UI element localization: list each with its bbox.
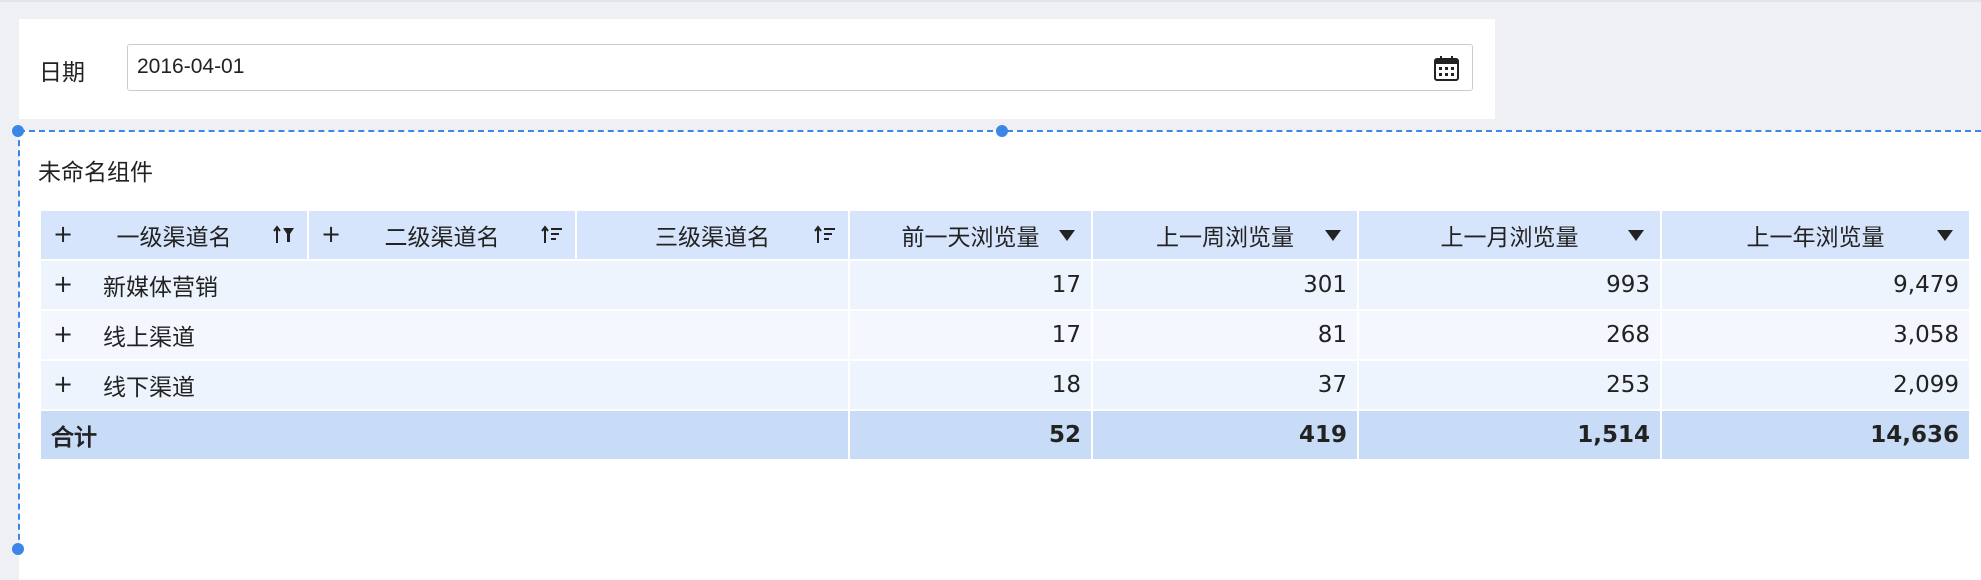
column-header-level1-channel[interactable]: + 一级渠道名 — [39, 209, 309, 261]
column-header-label: 一级渠道名 — [116, 225, 232, 251]
channel-cell: + 新媒体营销 — [39, 259, 850, 311]
caret-down-icon[interactable] — [1628, 230, 1644, 241]
channel-name: 新媒体营销 — [103, 275, 218, 301]
channel-cell: + 线上渠道 — [39, 309, 850, 361]
pivot-table: + 一级渠道名 + 二级渠道名 三级渠道名 前一天浏览量 上一周浏览量 上一月浏… — [39, 209, 1971, 461]
selection-border-left — [18, 130, 20, 550]
table-row: + 线下渠道 18 37 253 2,099 — [39, 359, 1971, 411]
resize-handle-top-left[interactable] — [12, 125, 24, 137]
prev-month-views-cell: 268 — [1357, 309, 1662, 361]
channel-name: 线上渠道 — [103, 325, 195, 351]
sort-desc-icon[interactable] — [273, 225, 295, 245]
column-header-label: 三级渠道名 — [655, 225, 770, 251]
channel-name: 线下渠道 — [103, 375, 195, 401]
total-prev-week-views: 419 — [1091, 409, 1359, 461]
total-label: 合计 — [39, 409, 850, 461]
prev-day-views-cell: 18 — [848, 359, 1093, 411]
date-input-value: 2016-04-01 — [137, 55, 245, 78]
plus-icon[interactable]: + — [53, 322, 73, 346]
prev-year-views-cell: 2,099 — [1660, 359, 1971, 411]
sort-icon[interactable] — [541, 225, 563, 245]
sort-icon[interactable] — [814, 225, 836, 245]
plus-icon[interactable]: + — [53, 222, 73, 246]
column-header-label: 二级渠道名 — [384, 225, 500, 251]
prev-day-views-cell: 17 — [848, 259, 1093, 311]
prev-month-views-cell: 253 — [1357, 359, 1662, 411]
column-header-level2-channel[interactable]: + 二级渠道名 — [307, 209, 577, 261]
prev-day-views-cell: 17 — [848, 309, 1093, 361]
column-header-level3-channel[interactable]: 三级渠道名 — [575, 209, 850, 261]
date-filter-label: 日期 — [39, 60, 85, 86]
column-header-prev-month-views[interactable]: 上一月浏览量 — [1357, 209, 1662, 261]
table-header-row: + 一级渠道名 + 二级渠道名 三级渠道名 前一天浏览量 上一周浏览量 上一月浏… — [39, 209, 1971, 261]
widget-title: 未命名组件 — [38, 160, 153, 186]
total-row: 合计 52 419 1,514 14,636 — [39, 409, 1971, 461]
date-input[interactable]: 2016-04-01 — [127, 44, 1473, 91]
prev-week-views-cell: 301 — [1091, 259, 1359, 311]
column-header-prev-year-views[interactable]: 上一年浏览量 — [1660, 209, 1971, 261]
column-header-label: 上一年浏览量 — [1746, 225, 1885, 251]
caret-down-icon[interactable] — [1059, 230, 1075, 241]
prev-week-views-cell: 37 — [1091, 359, 1359, 411]
caret-down-icon[interactable] — [1325, 230, 1341, 241]
table-row: + 线上渠道 17 81 268 3,058 — [39, 309, 1971, 361]
prev-month-views-cell: 993 — [1357, 259, 1662, 311]
column-header-prev-week-views[interactable]: 上一周浏览量 — [1091, 209, 1359, 261]
plus-icon[interactable]: + — [53, 272, 73, 296]
top-strip — [0, 0, 1981, 2]
table-row: + 新媒体营销 17 301 993 9,479 — [39, 259, 1971, 311]
caret-down-icon[interactable] — [1937, 230, 1953, 241]
column-header-label: 前一天浏览量 — [901, 225, 1040, 251]
total-prev-year-views: 14,636 — [1660, 409, 1971, 461]
column-header-label: 上一月浏览量 — [1440, 225, 1579, 251]
prev-year-views-cell: 3,058 — [1660, 309, 1971, 361]
column-header-prev-day-views[interactable]: 前一天浏览量 — [848, 209, 1093, 261]
total-prev-month-views: 1,514 — [1357, 409, 1662, 461]
resize-handle-left-bottom[interactable] — [12, 543, 24, 555]
resize-handle-top-center[interactable] — [996, 125, 1008, 137]
plus-icon[interactable]: + — [321, 222, 341, 246]
prev-year-views-cell: 9,479 — [1660, 259, 1971, 311]
column-header-label: 上一周浏览量 — [1156, 225, 1294, 251]
prev-week-views-cell: 81 — [1091, 309, 1359, 361]
date-filter-panel: 日期 2016-04-01 — [19, 19, 1495, 119]
total-prev-day-views: 52 — [848, 409, 1093, 461]
plus-icon[interactable]: + — [53, 372, 73, 396]
channel-cell: + 线下渠道 — [39, 359, 850, 411]
calendar-icon[interactable] — [1433, 55, 1460, 82]
